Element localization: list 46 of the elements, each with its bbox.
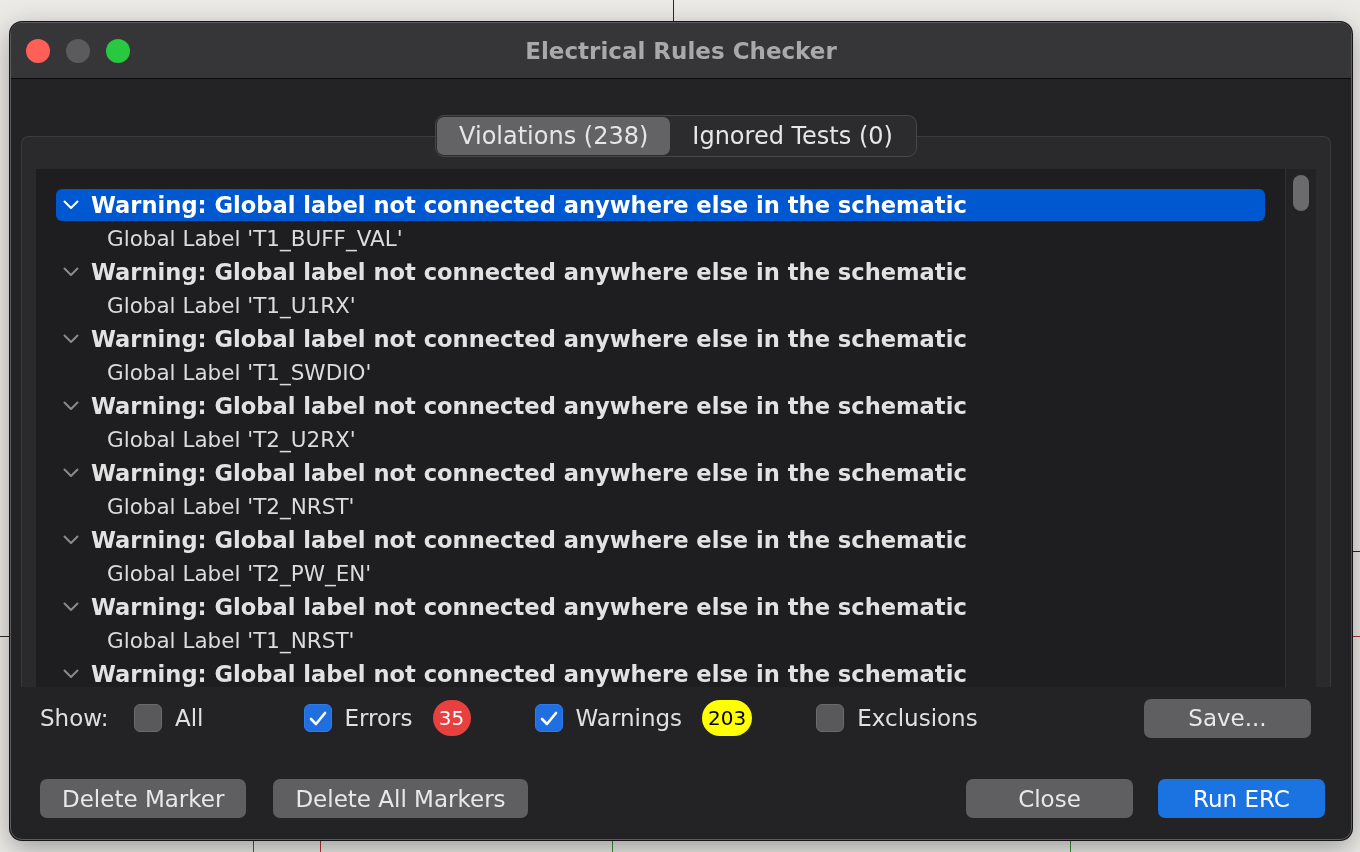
tree-item[interactable]: Global Label 'T1_BUFF_VAL' bbox=[105, 225, 405, 251]
chevron-down-icon[interactable] bbox=[63, 467, 79, 478]
chevron-down-icon[interactable] bbox=[63, 534, 79, 545]
checkbox[interactable] bbox=[534, 704, 563, 732]
save-button[interactable]: Save... bbox=[1144, 698, 1311, 738]
checkbox-label[interactable]: Errors bbox=[344, 705, 413, 731]
tree-item[interactable]: Warning: Global label not connected anywhere else in the schematic bbox=[56, 323, 1265, 355]
checkbox[interactable] bbox=[303, 704, 332, 732]
close-dialog-button[interactable]: Close bbox=[966, 779, 1133, 818]
checkbox[interactable] bbox=[134, 704, 162, 732]
chevron-down-icon[interactable] bbox=[63, 333, 79, 344]
tree-item[interactable]: Global Label 'T1_U1RX' bbox=[105, 292, 358, 318]
tree-item[interactable]: Global Label 'T2_NRST' bbox=[105, 493, 357, 519]
tree-item[interactable]: Warning: Global label not connected anywhere else in the schematic bbox=[56, 189, 1265, 221]
tree-item[interactable]: Warning: Global label not connected anywhere else in the schematic bbox=[56, 658, 1265, 687]
tree-item[interactable]: Global Label 'T2_PW_EN' bbox=[105, 560, 374, 586]
window-title: Electrical Rules Checker bbox=[525, 37, 837, 64]
checkbox-label[interactable]: Warnings bbox=[575, 705, 683, 731]
chevron-down-icon[interactable] bbox=[63, 601, 79, 612]
chevron-down-icon[interactable] bbox=[63, 668, 79, 679]
chevron-down-icon[interactable] bbox=[63, 266, 79, 277]
checkbox-label[interactable]: All bbox=[175, 705, 204, 731]
run-button[interactable]: Run ERC bbox=[1158, 779, 1325, 818]
checkbox-label[interactable]: Exclusions bbox=[857, 705, 978, 731]
checkmark-icon bbox=[308, 710, 327, 726]
zoom-button[interactable] bbox=[106, 38, 130, 63]
chevron-down-icon[interactable] bbox=[63, 400, 79, 411]
count-badge: 35 bbox=[432, 700, 471, 736]
tree-item[interactable]: Warning: Global label not connected anywhere else in the schematic bbox=[56, 256, 1265, 288]
tree-item[interactable]: Warning: Global label not connected anywhere else in the schematic bbox=[56, 457, 1265, 489]
tab[interactable]: Ignored Tests (0) bbox=[670, 117, 915, 155]
tree-item[interactable]: Warning: Global label not connected anywhere else in the schematic bbox=[56, 591, 1265, 623]
delete-button[interactable]: Delete Marker bbox=[40, 779, 247, 818]
checkmark-icon bbox=[539, 710, 558, 726]
tree-item[interactable]: Global Label 'T1_NRST' bbox=[105, 627, 357, 653]
filter-label: Show: bbox=[40, 705, 110, 731]
scrollbar-thumb[interactable] bbox=[1293, 175, 1309, 211]
delete-button[interactable]: Delete All Markers bbox=[273, 779, 528, 818]
tab[interactable]: Violations (238) bbox=[437, 117, 671, 155]
close-button[interactable] bbox=[26, 38, 50, 63]
tree-item[interactable]: Global Label 'T1_SWDIO' bbox=[105, 359, 374, 385]
tree-item[interactable]: Warning: Global label not connected anywhere else in the schematic bbox=[56, 524, 1265, 556]
checkbox[interactable] bbox=[816, 704, 845, 732]
count-badge: 203 bbox=[702, 700, 753, 736]
tree-item[interactable]: Warning: Global label not connected anywhere else in the schematic bbox=[56, 390, 1265, 422]
tree-item[interactable]: Global Label 'T2_U2RX' bbox=[105, 426, 358, 452]
